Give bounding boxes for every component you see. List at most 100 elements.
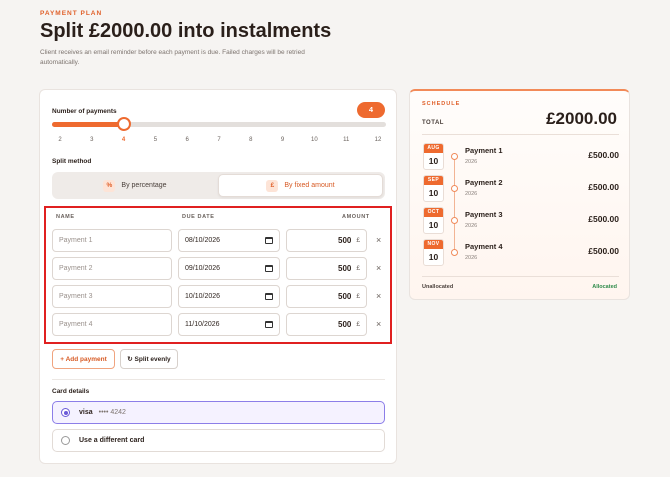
split-by-fixed-amount-button[interactable]: £ By fixed amount [218,174,383,197]
payment-plan-form: Number of payments 4 2 3 4 5 6 7 8 9 10 11 12 Spli… [39,89,397,464]
timeline-dot [451,249,458,256]
visa-logo: visa [79,409,93,416]
split-method-toggle: % By percentage £ By fixed amount [52,172,385,199]
radio-selected-icon[interactable] [61,408,70,417]
amount-input[interactable]: 500 £ [286,285,367,308]
date-chip: OCT 10 [423,207,444,234]
payments-slider[interactable] [52,117,386,131]
timeline-dot [451,185,458,192]
amount-input[interactable]: 500 £ [286,229,367,252]
schedule-summary: SCHEDULE TOTAL £2000.00 AUG 10 Payment 1… [409,89,630,300]
table-row: Payment 3 10/10/2026 500 £ × [52,285,390,309]
schedule-item-amount: £500.00 [588,182,619,192]
currency-symbol: £ [356,321,360,328]
page-title: Split £2000.00 into instalments [40,20,332,42]
schedule-item-name: Payment 2 [465,178,503,187]
due-date-input[interactable]: 10/10/2026 [178,285,280,308]
due-date-value: 11/10/2026 [185,321,220,328]
due-date-input[interactable]: 08/10/2026 [178,229,280,252]
remove-row-icon[interactable]: × [376,263,381,273]
remove-row-icon[interactable]: × [376,319,381,329]
date-chip: AUG 10 [423,143,444,170]
due-date-value: 10/10/2026 [185,293,221,300]
schedule-item-year: 2026 [465,223,478,229]
amount-input[interactable]: 500 £ [286,313,367,336]
column-header-amount: AMOUNT [342,214,370,220]
calendar-icon[interactable] [265,321,273,328]
divider [52,379,385,380]
date-chip-day: 10 [428,252,439,262]
amount-value: 500 [338,320,352,329]
amount-value: 500 [338,264,352,273]
slider-tick-label: 11 [343,137,350,143]
calendar-icon[interactable] [265,237,273,244]
payments-count-badge: 4 [357,102,385,118]
different-card-option[interactable]: Use a different card [52,429,385,452]
split-method-label: Split method [52,158,92,165]
schedule-item-amount: £500.00 [588,214,619,224]
add-payment-button[interactable]: + Add payment [52,349,115,369]
schedule-item-name: Payment 3 [465,210,503,219]
slider-ticks: 2 3 4 5 6 7 8 9 10 11 12 [52,137,386,147]
calendar-icon[interactable] [265,293,273,300]
due-date-value: 09/10/2026 [185,265,221,272]
payments-count-label: Number of payments [52,108,117,115]
date-chip-month: OCT [424,208,443,217]
currency-symbol: £ [356,293,360,300]
total-label: TOTAL [422,120,444,126]
split-by-percentage-button[interactable]: % By percentage [54,174,216,197]
page-subtitle: Client receives an email reminder before… [40,49,305,66]
slider-tick-label: 8 [249,137,253,143]
date-chip: SEP 10 [423,175,444,202]
split-by-fixed-amount-label: By fixed amount [284,182,335,189]
due-date-input[interactable]: 11/10/2026 [178,313,280,336]
radio-unselected-icon[interactable] [61,436,70,445]
slider-thumb[interactable] [116,117,131,131]
schedule-item-amount: £500.00 [588,246,619,256]
column-header-due-date: DUE DATE [182,214,215,220]
schedule-eyebrow: SCHEDULE [422,101,461,107]
column-header-name: NAME [56,214,75,220]
divider [422,276,619,277]
allocated-label: Allocated [592,284,617,290]
timeline-dot [451,217,458,224]
split-evenly-button[interactable]: ↻ Split evenly [120,349,178,369]
slider-tick-label: 7 [217,137,221,143]
remove-row-icon[interactable]: × [376,235,381,245]
schedule-item-year: 2026 [465,159,478,165]
schedule-item-name: Payment 1 [465,146,503,155]
due-date-input[interactable]: 09/10/2026 [178,257,280,280]
schedule-item: OCT 10 Payment 3 2026 £500.00 [422,207,619,235]
slider-tick-label: 10 [311,137,318,143]
schedule-item-amount: £500.00 [588,150,619,160]
slider-tick-label: 6 [185,137,189,143]
payment-name-input[interactable]: Payment 1 [52,229,172,252]
currency-symbol: £ [356,237,360,244]
slider-tick-label: 9 [280,137,285,143]
unallocated-label: Unallocated [422,284,454,290]
payments-table: NAME DUE DATE AMOUNT Payment 1 08/10/202… [44,206,392,344]
table-row: Payment 2 09/10/2026 500 £ × [52,257,390,281]
payment-name-input[interactable]: Payment 3 [52,285,172,308]
date-chip-day: 10 [428,188,439,198]
amount-input[interactable]: 500 £ [286,257,367,280]
total-value: £2000.00 [546,109,617,128]
table-row: Payment 4 11/10/2026 500 £ × [52,313,390,337]
remove-row-icon[interactable]: × [376,291,381,301]
schedule-item-name: Payment 4 [465,242,503,251]
currency-symbol: £ [356,265,360,272]
slider-tick-label: 2 [58,137,62,143]
payment-name-input[interactable]: Payment 4 [52,313,172,336]
calendar-icon[interactable] [265,265,273,272]
percent-icon: % [103,179,116,192]
schedule-item-year: 2026 [465,255,478,261]
saved-card-option[interactable]: visa •••• 4242 [52,401,385,424]
amount-value: 500 [338,236,352,245]
date-chip-month: NOV [424,240,443,249]
masked-card-number: •••• 4242 [98,409,126,416]
different-card-label: Use a different card [79,437,145,444]
payment-name-input[interactable]: Payment 2 [52,257,172,280]
date-chip-month: AUG [424,144,443,153]
split-by-percentage-label: By percentage [121,182,167,189]
slider-tick-label: 12 [374,137,382,143]
